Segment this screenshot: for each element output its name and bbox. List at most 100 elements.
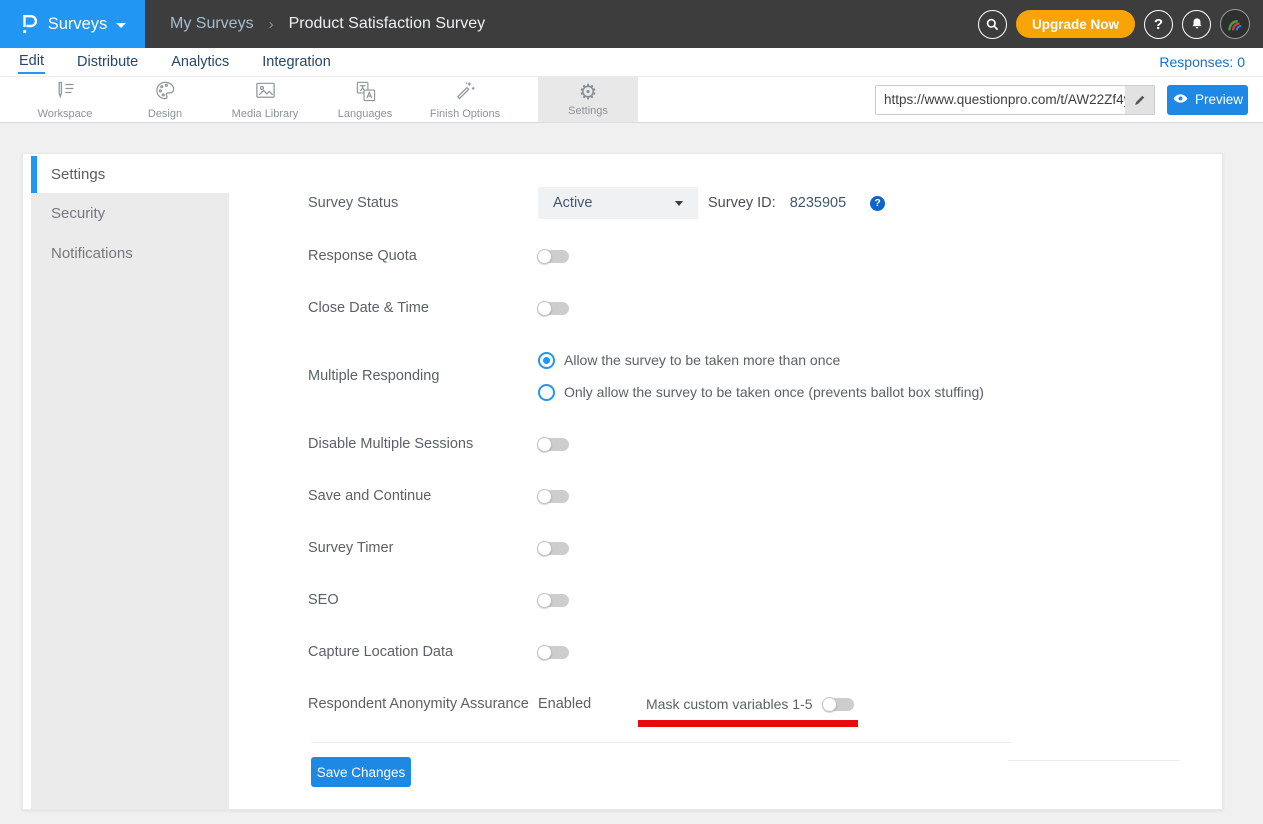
toolbar-item-label: Settings	[568, 105, 608, 117]
toolbar-item-label: Media Library	[232, 108, 299, 120]
toggle-knob	[537, 249, 552, 264]
radio-option-label: Allow the survey to be taken more than o…	[564, 352, 840, 368]
response-quota-label: Response Quota	[308, 248, 538, 264]
save-changes-button[interactable]: Save Changes	[311, 757, 411, 787]
gear-icon: ⚙	[579, 82, 598, 104]
toggle-knob	[537, 301, 552, 316]
close-date-toggle[interactable]	[538, 302, 569, 315]
seo-label: SEO	[308, 592, 538, 608]
survey-id-value: 8235905	[790, 195, 846, 211]
survey-status-dropdown[interactable]: Active	[538, 187, 698, 219]
mask-custom-variables-label: Mask custom variables 1-5	[646, 696, 823, 712]
survey-status-row: Survey Status Active Survey ID: 8235905 …	[308, 187, 1222, 219]
responses-count[interactable]: Responses: 0	[1159, 54, 1245, 70]
save-and-continue-toggle[interactable]	[538, 490, 569, 503]
survey-url-value[interactable]: https://www.questionpro.com/t/AW22Zf4yM	[876, 86, 1125, 114]
image-icon	[253, 79, 278, 107]
response-quota-row: Response Quota	[308, 246, 1222, 266]
seo-row: SEO	[308, 590, 1222, 610]
radio-option-multiple-allowed[interactable]: Allow the survey to be taken more than o…	[538, 349, 984, 371]
user-avatar[interactable]	[1220, 9, 1250, 39]
sidebar-item-notifications[interactable]: Notifications	[31, 233, 229, 273]
toolbar-item-label: Languages	[338, 108, 392, 120]
palette-icon	[153, 79, 177, 107]
survey-id-group: Survey ID: 8235905 ?	[708, 195, 885, 211]
form-divider	[311, 742, 1011, 743]
save-and-continue-row: Save and Continue	[308, 486, 1222, 506]
toolbar-item-workspace[interactable]: Workspace	[15, 77, 115, 122]
survey-timer-row: Survey Timer	[308, 538, 1222, 558]
tab-analytics[interactable]: Analytics	[170, 51, 230, 73]
toolbar-item-languages[interactable]: Languages	[315, 77, 415, 122]
survey-url-field[interactable]: https://www.questionpro.com/t/AW22Zf4yM	[875, 85, 1155, 115]
tab-integration[interactable]: Integration	[261, 51, 332, 73]
help-badge-icon[interactable]: ?	[870, 196, 885, 211]
respondent-anonymity-row: Respondent Anonymity Assurance Enabled M…	[308, 694, 1222, 714]
disable-multiple-sessions-toggle[interactable]	[538, 438, 569, 451]
help-icon[interactable]: ?	[1144, 10, 1173, 39]
edit-toolbar: Workspace Design Media Library	[0, 77, 1263, 123]
seo-toggle[interactable]	[538, 594, 569, 607]
settings-page: Settings Security Notifications Survey S…	[0, 123, 1263, 824]
capture-location-row: Capture Location Data	[308, 642, 1222, 662]
breadcrumb-my-surveys[interactable]: My Surveys	[170, 15, 254, 33]
anonymity-status-text: Enabled	[538, 696, 646, 712]
tab-edit[interactable]: Edit	[18, 50, 45, 74]
toolbar-item-design[interactable]: Design	[115, 77, 215, 122]
mask-custom-variables-toggle[interactable]	[823, 698, 854, 711]
sidebar-item-settings[interactable]: Settings	[31, 156, 229, 193]
survey-timer-toggle[interactable]	[538, 542, 569, 555]
magic-wand-icon	[453, 79, 477, 107]
breadcrumb-separator: ›	[269, 16, 274, 33]
survey-status-value: Active	[553, 195, 593, 211]
questionpro-logo-icon	[19, 13, 39, 35]
workspace-icon	[52, 79, 78, 107]
close-date-label: Close Date & Time	[308, 300, 538, 316]
respondent-anonymity-label: Respondent Anonymity Assurance	[308, 696, 538, 712]
eye-icon	[1172, 92, 1189, 108]
toggle-knob	[822, 697, 837, 712]
toolbar-item-label: Finish Options	[430, 108, 500, 120]
toggle-knob	[537, 489, 552, 504]
radio-dot	[543, 357, 550, 364]
breadcrumb-survey-title: Product Satisfaction Survey	[289, 15, 486, 33]
breadcrumb: My Surveys › Product Satisfaction Survey	[170, 0, 485, 48]
survey-id-label: Survey ID:	[708, 195, 776, 211]
sidebar-inactive-area: Security Notifications	[31, 193, 229, 809]
search-icon[interactable]	[978, 10, 1007, 39]
sidebar-item-security[interactable]: Security	[31, 193, 229, 233]
product-name: Surveys	[48, 15, 108, 34]
toggle-knob	[537, 593, 552, 608]
multiple-responding-row: Multiple Responding Allow the survey to …	[308, 349, 1222, 403]
close-date-row: Close Date & Time	[308, 298, 1222, 318]
toolbar-item-finish-options[interactable]: Finish Options	[415, 77, 515, 122]
survey-timer-label: Survey Timer	[308, 540, 538, 556]
survey-status-label: Survey Status	[308, 195, 538, 211]
capture-location-label: Capture Location Data	[308, 644, 538, 660]
survey-nav: Edit Distribute Analytics Integration Re…	[0, 48, 1263, 77]
settings-card: Settings Security Notifications Survey S…	[22, 153, 1223, 810]
upgrade-now-button[interactable]: Upgrade Now	[1016, 10, 1135, 38]
top-header: Surveys My Surveys › Product Satisfactio…	[0, 0, 1263, 48]
save-and-continue-label: Save and Continue	[308, 488, 538, 504]
edit-url-pencil-icon[interactable]	[1125, 86, 1154, 114]
translate-icon	[353, 79, 378, 107]
toolbar-item-settings[interactable]: ⚙ Settings	[538, 77, 638, 122]
capture-location-toggle[interactable]	[538, 646, 569, 659]
radio-unselected-icon[interactable]	[538, 384, 555, 401]
red-annotation-underline	[638, 720, 858, 727]
radio-option-label: Only allow the survey to be taken once (…	[564, 384, 984, 400]
toolbar-item-label: Design	[148, 108, 182, 120]
response-quota-toggle[interactable]	[538, 250, 569, 263]
tab-distribute[interactable]: Distribute	[76, 51, 139, 73]
radio-selected-icon[interactable]	[538, 352, 555, 369]
disable-multiple-sessions-label: Disable Multiple Sessions	[308, 436, 538, 452]
sidebar-item-label: Security	[51, 205, 105, 222]
product-switcher[interactable]: Surveys	[0, 0, 145, 48]
toolbar-item-media-library[interactable]: Media Library	[215, 77, 315, 122]
preview-button[interactable]: Preview	[1167, 85, 1248, 115]
radio-option-once-only[interactable]: Only allow the survey to be taken once (…	[538, 381, 984, 403]
notifications-bell-icon[interactable]	[1182, 10, 1211, 39]
chevron-down-icon	[675, 201, 683, 206]
disable-multiple-sessions-row: Disable Multiple Sessions	[308, 434, 1222, 454]
